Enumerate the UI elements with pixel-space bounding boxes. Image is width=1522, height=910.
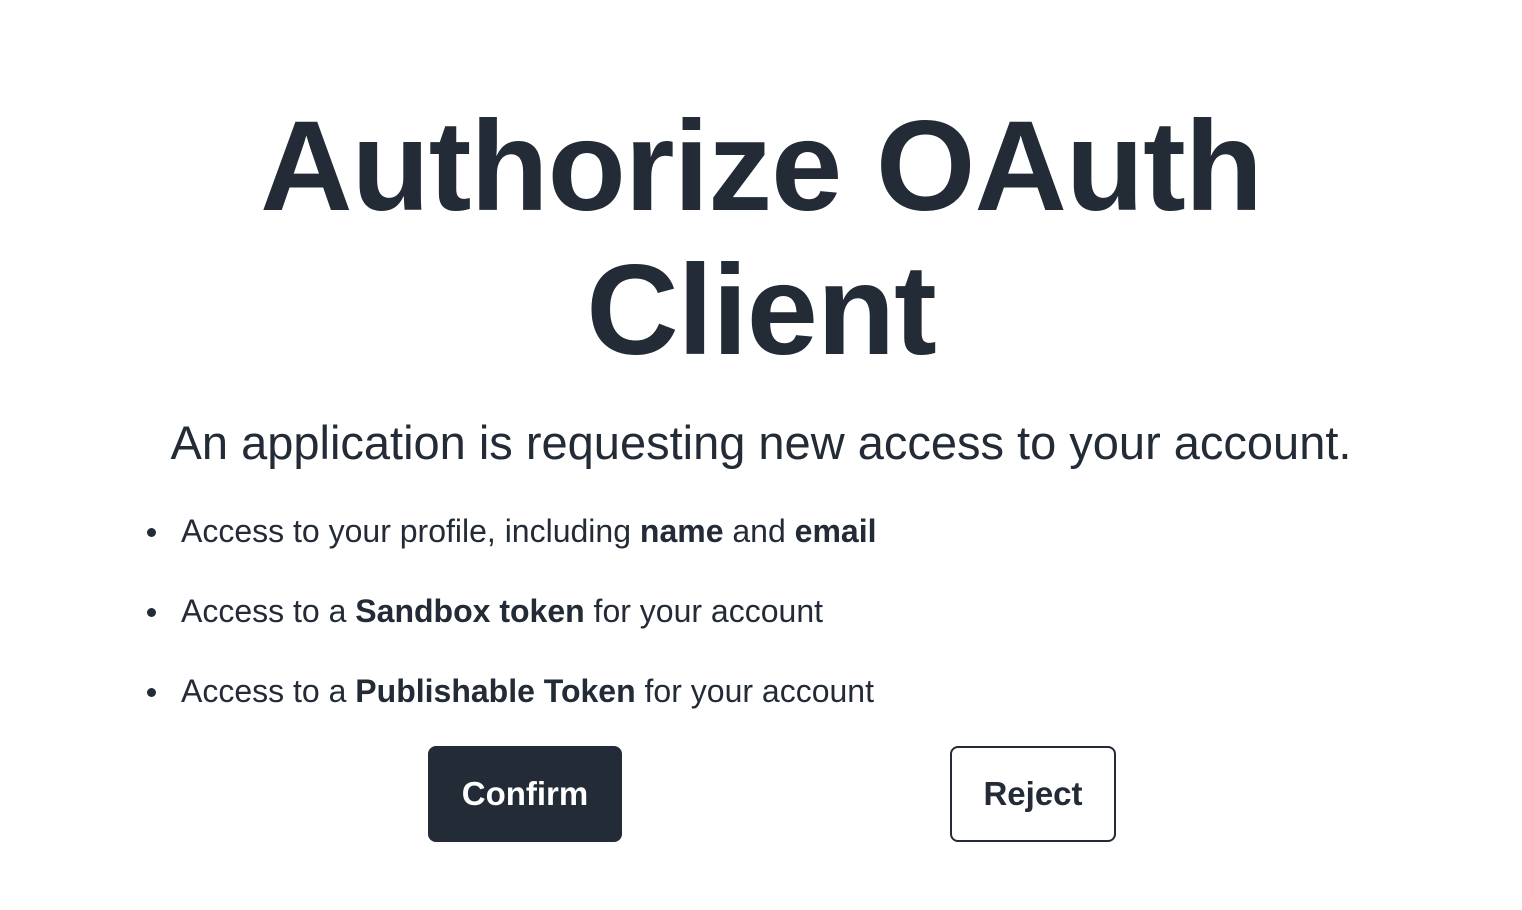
- permission-item-publishable-token: Access to a Publishable Token for your a…: [146, 666, 876, 746]
- permission-text: Access to a: [181, 673, 356, 709]
- page-title: Authorize OAuth Client: [0, 95, 1522, 383]
- page-title-line-2: Client: [586, 239, 937, 382]
- access-request-description: An application is requesting new access …: [170, 416, 1352, 469]
- reject-button[interactable]: Reject: [950, 746, 1116, 842]
- permission-text: Access to your profile, including: [181, 513, 640, 549]
- page-title-line-1: Authorize OAuth: [260, 95, 1263, 238]
- permission-scope-name: name: [639, 513, 724, 549]
- permission-scope-email: email: [794, 513, 877, 549]
- confirm-button[interactable]: Confirm: [428, 746, 622, 842]
- permission-list: Access to your profile, including name a…: [146, 506, 877, 746]
- permission-item-profile: Access to your profile, including name a…: [146, 506, 877, 586]
- permission-item-sandbox-token: Access to a Sandbox token for your accou…: [146, 586, 876, 666]
- permission-scope-publishable-token: Publishable Token: [355, 673, 636, 709]
- permission-scope-sandbox-token: Sandbox token: [355, 593, 585, 629]
- permission-text: and: [723, 513, 795, 549]
- permission-text: Access to a: [181, 593, 356, 629]
- permission-text: for your account: [635, 673, 874, 709]
- permission-text: for your account: [584, 593, 823, 629]
